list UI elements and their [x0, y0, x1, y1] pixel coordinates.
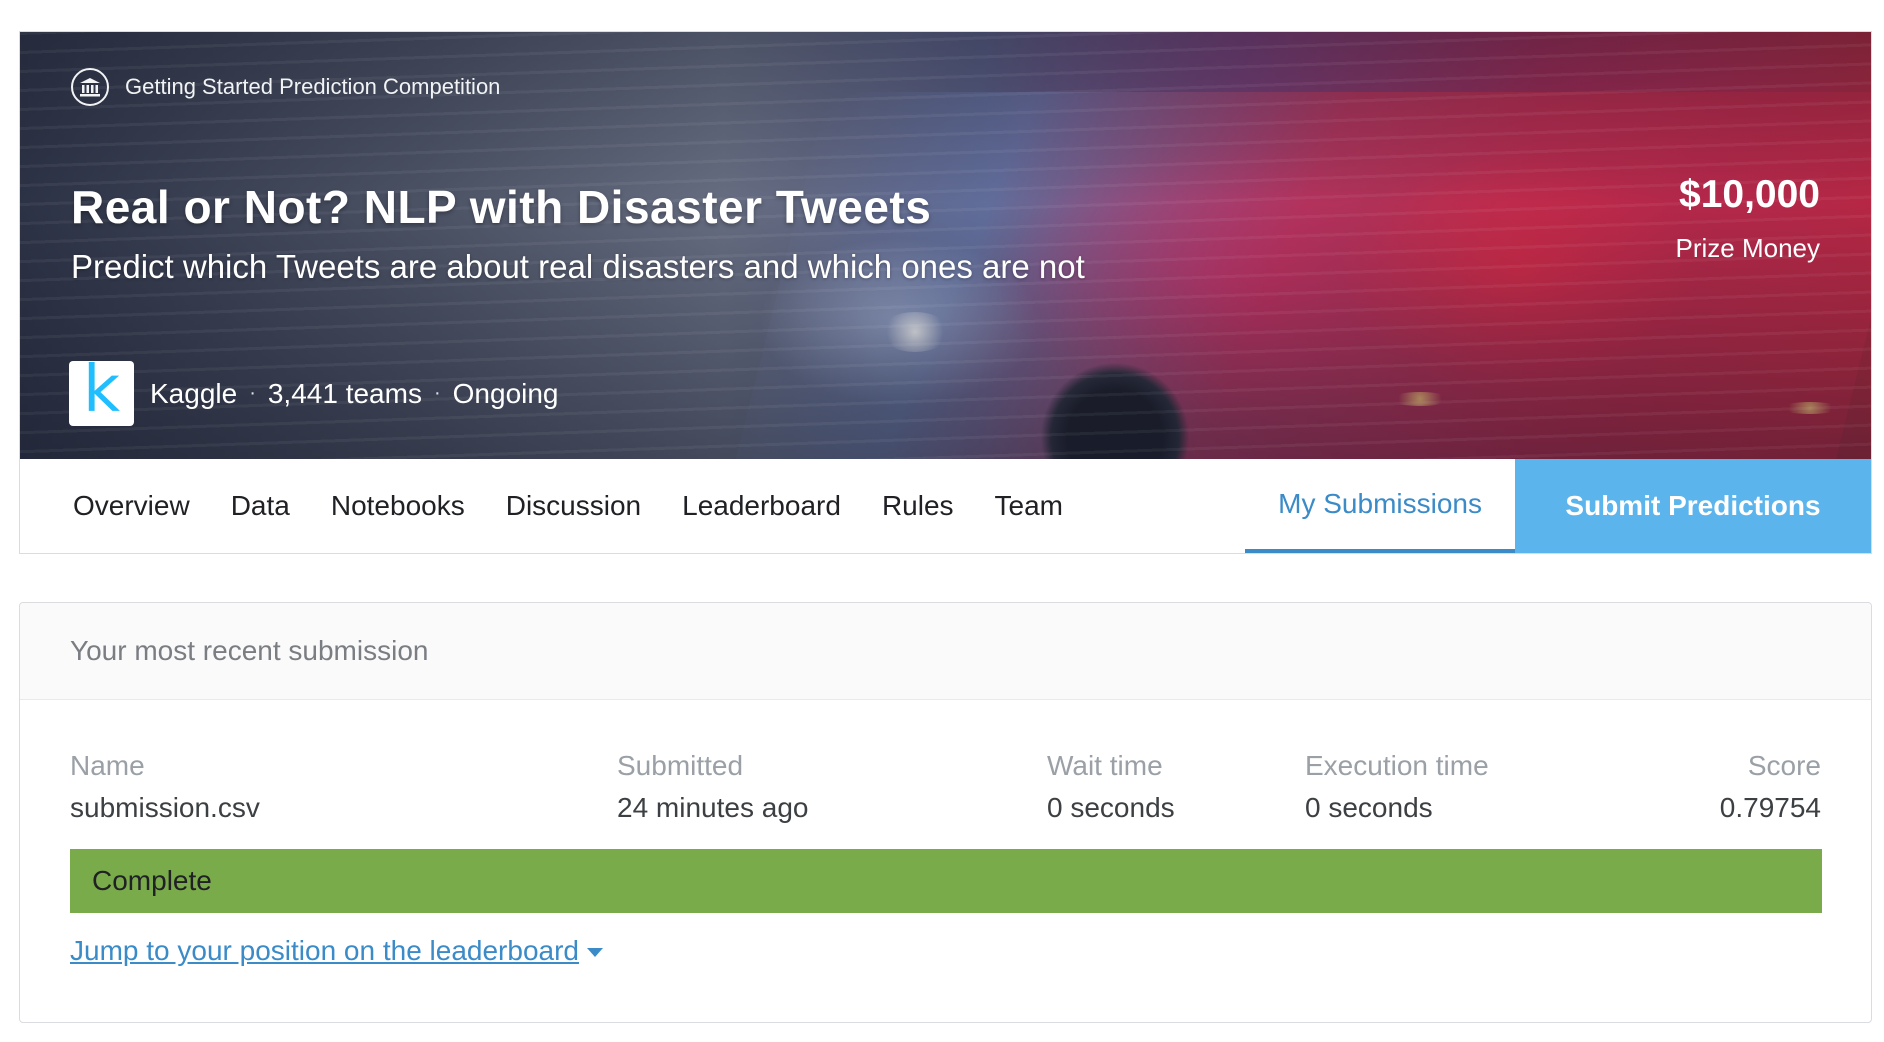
column-label: Submitted	[617, 750, 744, 781]
recent-submission-header: Your most recent submission	[20, 603, 1871, 700]
recent-submission-card: Your most recent submission Name submiss…	[19, 602, 1872, 1023]
tab-data[interactable]: Data	[231, 459, 290, 553]
competition-header: Getting Started Prediction Competition R…	[19, 31, 1872, 554]
column-execution-time: Execution time 0 seconds	[1305, 750, 1489, 824]
jump-link-label[interactable]: Jump to your position on the leaderboard	[70, 935, 579, 967]
column-label: Execution time	[1305, 750, 1489, 781]
submission-details: Name submission.csv Submitted 24 minutes…	[20, 700, 1871, 860]
host-row: k Kaggle · 3,441 teams · Ongoing	[69, 358, 559, 426]
column-name: Name submission.csv	[70, 750, 260, 824]
tab-rules[interactable]: Rules	[882, 459, 954, 553]
page: Getting Started Prediction Competition R…	[0, 0, 1884, 1042]
competition-status: Ongoing	[452, 377, 559, 409]
caret-down-icon[interactable]	[587, 947, 603, 957]
tab-leaderboard[interactable]: Leaderboard	[682, 459, 841, 553]
column-score: Score 0.79754	[1720, 750, 1821, 824]
competition-type: Getting Started Prediction Competition	[71, 68, 500, 106]
tab-spacer	[1104, 459, 1245, 553]
competition-type-label: Getting Started Prediction Competition	[125, 74, 501, 99]
competition-tabs: Overview Data Notebooks Discussion Leade…	[20, 459, 1871, 553]
competition-subtitle: Predict which Tweets are about real disa…	[71, 248, 1085, 285]
execution-time-value: 0 seconds	[1305, 792, 1433, 823]
separator-dot: ·	[433, 382, 441, 404]
status-label: Complete	[92, 865, 212, 896]
column-label: Name	[70, 750, 145, 781]
submitted-value: 24 minutes ago	[617, 792, 809, 823]
column-label: Score	[1747, 750, 1821, 781]
bank-icon	[71, 68, 109, 106]
hero-banner: Getting Started Prediction Competition R…	[20, 32, 1871, 459]
tab-list: Overview Data Notebooks Discussion Leade…	[20, 459, 1104, 553]
kaggle-logo[interactable]: k	[69, 358, 134, 426]
tab-my-submissions[interactable]: My Submissions	[1245, 459, 1515, 553]
submit-predictions-button[interactable]: Submit Predictions	[1515, 459, 1871, 553]
prize: $10,000 Prize Money	[1676, 172, 1821, 264]
submission-file-name: submission.csv	[70, 792, 260, 823]
host-name[interactable]: Kaggle	[150, 378, 237, 410]
wait-time-value: 0 seconds	[1047, 792, 1175, 823]
tab-notebooks[interactable]: Notebooks	[331, 459, 465, 553]
column-label: Wait time	[1047, 750, 1163, 781]
column-wait-time: Wait time 0 seconds	[1047, 750, 1175, 824]
competition-title: Real or Not? NLP with Disaster Tweets	[71, 181, 932, 233]
jump-to-leaderboard-link[interactable]: Jump to your position on the leaderboard	[70, 935, 603, 967]
tab-discussion[interactable]: Discussion	[506, 459, 641, 553]
score-value: 0.79754	[1719, 792, 1821, 823]
prize-amount: $10,000	[1679, 173, 1820, 216]
prize-label: Prize Money	[1675, 232, 1821, 263]
separator-dot: ·	[249, 382, 256, 404]
tab-overview[interactable]: Overview	[73, 459, 190, 553]
status-complete-bar: Complete	[70, 849, 1822, 913]
column-submitted: Submitted 24 minutes ago	[617, 750, 808, 824]
tab-team[interactable]: Team	[995, 459, 1063, 553]
team-count[interactable]: 3,441 teams	[268, 378, 422, 410]
